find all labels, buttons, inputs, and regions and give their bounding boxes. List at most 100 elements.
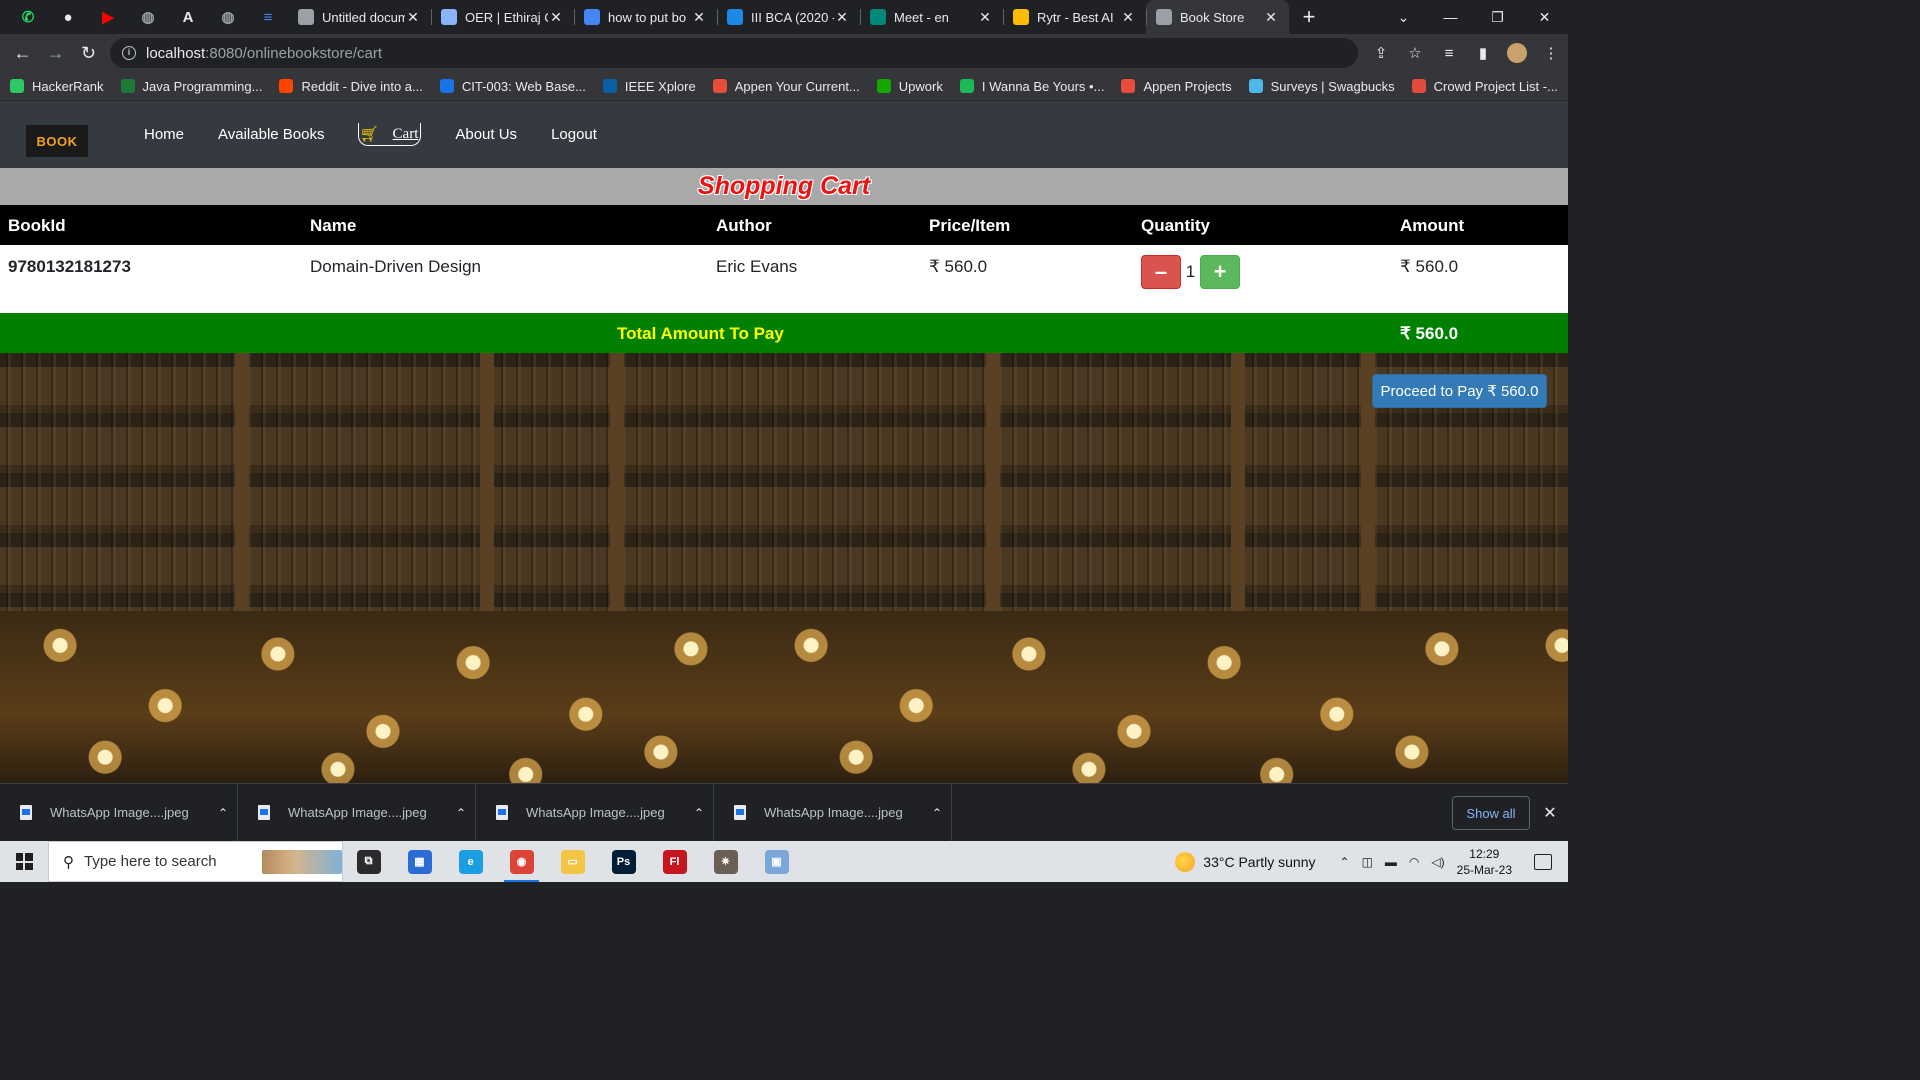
browser-menu-icon[interactable]: ⋮: [1534, 34, 1568, 72]
pinned-tab[interactable]: ◍: [208, 0, 248, 34]
taskbar-search-box[interactable]: ⚲ Type here to search: [48, 841, 343, 882]
bookmark-item[interactable]: HackerRank: [10, 79, 104, 94]
minimize-button[interactable]: —: [1427, 0, 1474, 34]
browser-tab[interactable]: Meet - en ✕: [860, 0, 1003, 34]
show-hidden-icons-icon[interactable]: ⌃: [1340, 855, 1350, 869]
bookmark-item[interactable]: Appen Your Current...: [712, 79, 860, 94]
weather-sun-icon[interactable]: [1175, 851, 1196, 872]
pinned-tab[interactable]: ◍: [128, 0, 168, 34]
browser-tab[interactable]: Book Store ✕: [1146, 0, 1289, 34]
hackerrank-icon: [10, 79, 24, 93]
tab-search-icon[interactable]: ⌄: [1380, 0, 1427, 34]
chevron-up-icon[interactable]: ⌃: [209, 806, 237, 820]
bookmark-item[interactable]: Surveys | Swagbucks: [1248, 78, 1395, 94]
pinned-tab[interactable]: ▶: [88, 0, 128, 34]
bookmark-item[interactable]: Upwork: [876, 79, 943, 94]
windows-logo-icon: [15, 853, 33, 870]
browser-tab[interactable]: Rytr - Best AI ✕: [1003, 0, 1146, 34]
download-item[interactable]: WhatsApp Image....jpeg ⌃: [476, 783, 714, 842]
bookmark-item[interactable]: Crowd Project List -...: [1411, 79, 1558, 94]
taskbar-app[interactable]: ▣: [751, 841, 802, 882]
start-button[interactable]: [0, 841, 48, 882]
close-tab-icon[interactable]: ✕: [1263, 9, 1279, 26]
download-item[interactable]: WhatsApp Image....jpeg ⌃: [714, 783, 952, 842]
address-bar[interactable]: i localhost:8080/onlinebookstore/cart: [110, 38, 1358, 68]
cell-book-id: 9780132181273: [8, 257, 131, 276]
site-info-icon[interactable]: i: [122, 46, 136, 60]
pinned-tab[interactable]: ≡: [248, 0, 288, 34]
browser-tab[interactable]: OER | Ethiraj C ✕: [431, 0, 574, 34]
download-item[interactable]: WhatsApp Image....jpeg ⌃: [238, 783, 476, 842]
reload-button[interactable]: ↻: [72, 34, 105, 72]
share-icon[interactable]: ⇪: [1364, 34, 1398, 72]
taskbar-app[interactable]: Fl: [649, 841, 700, 882]
pinned-tab[interactable]: ●: [48, 0, 88, 34]
wifi-icon[interactable]: ◠: [1409, 855, 1419, 869]
tab-title: how to put bo: [608, 9, 687, 25]
back-button[interactable]: ←: [6, 34, 39, 72]
bookmark-item[interactable]: I Wanna Be Yours •...: [959, 79, 1104, 94]
weather-text[interactable]: 33°C Partly sunny: [1203, 854, 1315, 870]
taskbar-app[interactable]: Ps: [598, 841, 649, 882]
column-header-name: Name: [310, 216, 357, 235]
close-download-shelf-icon[interactable]: ✕: [1538, 796, 1562, 830]
new-tab-button[interactable]: +: [1289, 0, 1329, 34]
close-tab-icon[interactable]: ✕: [548, 9, 564, 26]
taskbar-app[interactable]: ✷: [700, 841, 751, 882]
bookmark-item[interactable]: CIT-003: Web Base...: [439, 79, 586, 94]
taskbar-app[interactable]: e: [445, 841, 496, 882]
bookmark-star-icon[interactable]: ☆: [1398, 34, 1432, 72]
reading-list-icon[interactable]: ≡: [1432, 34, 1466, 72]
pinned-tab[interactable]: A: [168, 0, 208, 34]
forward-button[interactable]: →: [39, 34, 72, 72]
show-all-downloads-button[interactable]: Show all: [1452, 796, 1530, 830]
decrease-quantity-button[interactable]: –: [1141, 255, 1181, 289]
close-tab-icon[interactable]: ✕: [977, 9, 993, 26]
quantity-stepper: – 1 +: [1141, 255, 1240, 289]
upwork-icon: [876, 79, 891, 93]
nav-about-us[interactable]: About Us: [455, 126, 517, 143]
browser-tab[interactable]: III BCA (2020 - ✕: [717, 0, 860, 34]
nav-logout[interactable]: Logout: [551, 126, 597, 143]
clock[interactable]: 12:29 25-Mar-23: [1457, 846, 1512, 878]
bookmark-label: Surveys | Swagbucks: [1270, 78, 1395, 94]
battery-icon[interactable]: ▬: [1385, 855, 1397, 869]
close-tab-icon[interactable]: ✕: [1120, 9, 1136, 26]
notification-center-icon[interactable]: [1534, 853, 1552, 870]
total-value: ₹ 560.0: [1400, 324, 1459, 343]
profile-avatar[interactable]: [1507, 43, 1527, 63]
chevron-up-icon[interactable]: ⌃: [447, 806, 475, 820]
browser-tab[interactable]: Untitled docum ✕: [288, 0, 431, 34]
chevron-up-icon[interactable]: ⌃: [685, 806, 713, 820]
close-tab-icon[interactable]: ✕: [834, 9, 850, 26]
pinned-tab[interactable]: ✆: [8, 0, 48, 34]
bookmark-item[interactable]: Reddit - Dive into a...: [279, 79, 423, 94]
site-logo[interactable]: BOOK: [26, 125, 88, 157]
increase-quantity-button[interactable]: +: [1200, 255, 1240, 289]
close-tab-icon[interactable]: ✕: [691, 9, 707, 26]
chevron-up-icon[interactable]: ⌃: [923, 806, 951, 820]
close-tab-icon[interactable]: ✕: [405, 9, 421, 26]
proceed-to-pay-button[interactable]: Proceed to Pay ₹ 560.0: [1372, 374, 1547, 408]
nav-cart[interactable]: 🛒︎ Cart: [358, 123, 422, 146]
taskbar-app[interactable]: ▦: [394, 841, 445, 882]
file-explorer-icon: ▭: [560, 849, 585, 874]
nav-home[interactable]: Home: [144, 126, 184, 143]
taskbar-app[interactable]: ▭: [547, 841, 598, 882]
browser-tab[interactable]: how to put bo ✕: [574, 0, 717, 34]
volume-icon[interactable]: ◁): [1431, 855, 1444, 869]
taskbar-app[interactable]: ◉: [496, 841, 547, 882]
meet-now-icon[interactable]: ◫: [1362, 855, 1373, 869]
column-header-amount: Amount: [1400, 216, 1465, 235]
download-filename: WhatsApp Image....jpeg: [50, 805, 189, 820]
download-item[interactable]: WhatsApp Image....jpeg ⌃: [0, 783, 238, 842]
taskbar-app[interactable]: ⧉: [343, 841, 394, 882]
bookmark-item[interactable]: IEEE Xplore: [602, 79, 696, 94]
close-window-button[interactable]: ✕: [1521, 0, 1568, 34]
cell-book-name: Domain-Driven Design: [310, 257, 482, 276]
restore-button[interactable]: ❐: [1474, 0, 1521, 34]
bookmark-item[interactable]: Appen Projects: [1121, 79, 1232, 94]
side-panel-icon[interactable]: ▮: [1466, 34, 1500, 72]
bookmark-item[interactable]: Java Programming...: [120, 79, 262, 94]
nav-available-books[interactable]: Available Books: [218, 126, 324, 143]
